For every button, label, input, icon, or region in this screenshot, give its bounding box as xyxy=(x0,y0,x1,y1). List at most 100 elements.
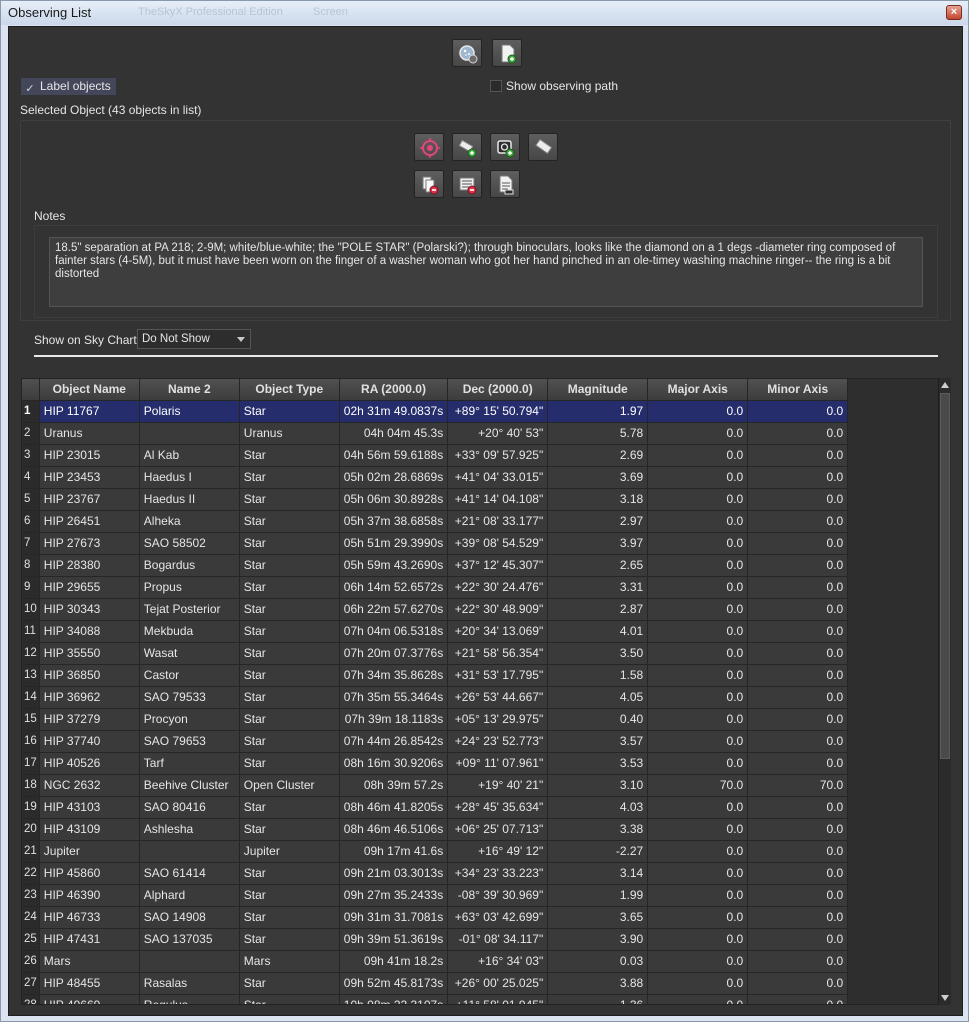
table-row[interactable]: 19 HIP 43103 SAO 80416 Star 08h 46m 41.8205s… xyxy=(22,796,849,819)
table-cell: Bogardus xyxy=(139,554,240,577)
table-cell: 09h 41m 18.2s xyxy=(339,950,449,973)
table-cell: HIP 37279 xyxy=(39,708,140,731)
column-header[interactable]: Name 2 xyxy=(139,379,240,401)
table-row[interactable]: 9 HIP 29655 Propus Star 06h 14m 52.6572s +22°… xyxy=(22,576,849,599)
table-row[interactable]: 7 HIP 27673 SAO 58502 Star 05h 51m 29.3990s +… xyxy=(22,532,849,555)
list-remove-button[interactable] xyxy=(452,170,482,198)
telescope-button[interactable] xyxy=(528,133,558,161)
table-cell: Star xyxy=(239,488,340,511)
table-cell: +37° 12' 45.307" xyxy=(447,554,549,577)
table-cell: 3.18 xyxy=(547,488,649,511)
table-cell: -01° 08' 34.117" xyxy=(447,928,549,951)
table-cell: 0.0 xyxy=(647,510,749,533)
table-row[interactable]: 17 HIP 40526 Tarf Star 08h 16m 30.9206s +09° … xyxy=(22,752,849,775)
background-window-title: TheSkyX Professional Edition xyxy=(138,6,283,18)
column-header[interactable]: Object Name xyxy=(39,379,140,401)
table-row[interactable]: 28 HIP 49669 Regulus Star 10h 08m 22.3107s +1… xyxy=(22,994,849,1004)
table-cell: 10h 08m 22.3107s xyxy=(339,994,449,1004)
table-cell: 0.03 xyxy=(547,950,649,973)
table-cell: Procyon xyxy=(139,708,240,731)
new-list-icon xyxy=(501,44,517,64)
table-row[interactable]: 22 HIP 45860 SAO 61414 Star 09h 21m 03.3013s… xyxy=(22,862,849,885)
show-on-sky-chart-value: Do Not Show xyxy=(142,333,210,345)
table-cell: 3.38 xyxy=(547,818,649,841)
table-cell: 06h 22m 57.6270s xyxy=(339,598,449,621)
notes-label: Notes xyxy=(34,209,66,223)
table-row[interactable]: 3 HIP 23015 Al Kab Star 04h 56m 59.6188s +33°… xyxy=(22,444,849,467)
close-button[interactable]: × xyxy=(946,5,962,20)
export-list-button[interactable] xyxy=(490,170,520,198)
vertical-scrollbar[interactable] xyxy=(938,378,951,1005)
table-cell: Ashlesha xyxy=(139,818,240,841)
export-list-icon xyxy=(499,175,514,195)
table-cell: 0.0 xyxy=(747,950,849,973)
column-header[interactable]: Major Axis xyxy=(647,379,749,401)
column-header[interactable]: Object Type xyxy=(239,379,340,401)
scroll-down-arrow-icon[interactable] xyxy=(941,995,949,1001)
table-cell: +22° 30' 48.909" xyxy=(447,598,549,621)
table-cell: SAO 61414 xyxy=(139,862,240,885)
copy-remove-button[interactable] xyxy=(414,170,444,198)
table-cell: 0.0 xyxy=(747,532,849,555)
table-row[interactable]: 6 HIP 26451 Alheka Star 05h 37m 38.6858s +21°… xyxy=(22,510,849,533)
table-row[interactable]: 2 Uranus Uranus 04h 04m 45.3s +20° 40' 53" 5.… xyxy=(22,422,849,445)
show-on-sky-chart-label: Show on Sky Chart: xyxy=(34,333,141,347)
table-row[interactable]: 10 HIP 30343 Tejat Posterior Star 06h 22m 57… xyxy=(22,598,849,621)
column-header[interactable]: RA (2000.0) xyxy=(339,379,449,401)
table-cell: 05h 02m 28.6869s xyxy=(339,466,449,489)
table-cell: 0.0 xyxy=(647,994,749,1004)
notes-textarea[interactable]: 18.5" separation at PA 218; 2-9M; white/… xyxy=(49,237,923,307)
table-row[interactable]: 11 HIP 34088 Mekbuda Star 07h 04m 06.5318s +2… xyxy=(22,620,849,643)
table-row[interactable]: 1 HIP 11767 Polaris Star 02h 31m 49.0837s +89… xyxy=(22,400,849,423)
scroll-up-arrow-icon[interactable] xyxy=(941,382,949,388)
show-observing-path-checkbox[interactable]: Show observing path xyxy=(490,79,618,93)
table-row[interactable]: 4 HIP 23453 Haedus I Star 05h 02m 28.6869s +4… xyxy=(22,466,849,489)
table-row[interactable]: 13 HIP 36850 Castor Star 07h 34m 35.8628s +31… xyxy=(22,664,849,687)
row-number: 10 xyxy=(22,598,40,621)
table-cell: 0.0 xyxy=(647,752,749,775)
table-cell: Star xyxy=(239,686,340,709)
table-cell: 0.0 xyxy=(747,928,849,951)
label-objects-checkbox[interactable]: ✓ Label objects xyxy=(21,78,116,95)
table-row[interactable]: 5 HIP 23767 Haedus II Star 05h 06m 30.8928s +… xyxy=(22,488,849,511)
scrollbar-thumb[interactable] xyxy=(940,393,950,759)
camera-add-button[interactable] xyxy=(490,133,520,161)
table-row[interactable]: 15 HIP 37279 Procyon Star 07h 39m 18.1183s +0… xyxy=(22,708,849,731)
table-cell: 07h 39m 18.1183s xyxy=(339,708,449,731)
column-header[interactable]: Magnitude xyxy=(547,379,649,401)
row-number: 24 xyxy=(22,906,40,929)
table-cell: Wasat xyxy=(139,642,240,665)
telescope-add-button[interactable] xyxy=(452,133,482,161)
table-row[interactable]: 18 NGC 2632 Beehive Cluster Open Cluster 08h… xyxy=(22,774,849,797)
table-row[interactable]: 21 Jupiter Jupiter 09h 17m 41.6s +16° 49' 12… xyxy=(22,840,849,863)
table-cell: 3.97 xyxy=(547,532,649,555)
table-row[interactable]: 27 HIP 48455 Rasalas Star 09h 52m 45.8173s +2… xyxy=(22,972,849,995)
table-cell: 0.0 xyxy=(747,840,849,863)
table-cell: Star xyxy=(239,466,340,489)
column-header[interactable]: Minor Axis xyxy=(747,379,849,401)
table-cell: 0.0 xyxy=(647,444,749,467)
table-cell: 0.0 xyxy=(647,840,749,863)
table-row[interactable]: 24 HIP 46733 SAO 14908 Star 09h 31m 31.7081s… xyxy=(22,906,849,929)
table-row[interactable]: 8 HIP 28380 Bogardus Star 05h 59m 43.2690s +3… xyxy=(22,554,849,577)
table-cell: 05h 59m 43.2690s xyxy=(339,554,449,577)
table-row[interactable]: 14 HIP 36962 SAO 79533 Star 07h 35m 55.3464s… xyxy=(22,686,849,709)
table-row[interactable]: 12 HIP 35550 Wasat Star 07h 20m 07.3776s +21°… xyxy=(22,642,849,665)
table-row[interactable]: 26 Mars Mars 09h 41m 18.2s +16° 34' 03" 0.03 0… xyxy=(22,950,849,973)
table-row[interactable]: 16 HIP 37740 SAO 79653 Star 07h 44m 26.8542s… xyxy=(22,730,849,753)
table-row[interactable]: 25 HIP 47431 SAO 137035 Star 09h 39m 51.3619… xyxy=(22,928,849,951)
title-bar[interactable]: Observing List TheSkyX Professional Edit… xyxy=(1,1,968,25)
table-cell: 0.0 xyxy=(747,818,849,841)
column-header[interactable]: Dec (2000.0) xyxy=(447,379,549,401)
table-cell: Star xyxy=(239,884,340,907)
table-row[interactable]: 23 HIP 46390 Alphard Star 09h 27m 35.2433s -0… xyxy=(22,884,849,907)
show-on-sky-chart-dropdown[interactable]: Do Not Show xyxy=(137,329,251,349)
table-cell: +63° 03' 42.699" xyxy=(447,906,549,929)
table-row[interactable]: 20 HIP 43109 Ashlesha Star 08h 46m 46.5106s +… xyxy=(22,818,849,841)
new-list-button[interactable] xyxy=(492,39,522,67)
center-object-button[interactable] xyxy=(414,133,444,161)
observing-chart-button[interactable] xyxy=(452,39,482,67)
row-number: 25 xyxy=(22,928,40,951)
table-cell: SAO 80416 xyxy=(139,796,240,819)
table-cell: 1.97 xyxy=(547,400,649,423)
